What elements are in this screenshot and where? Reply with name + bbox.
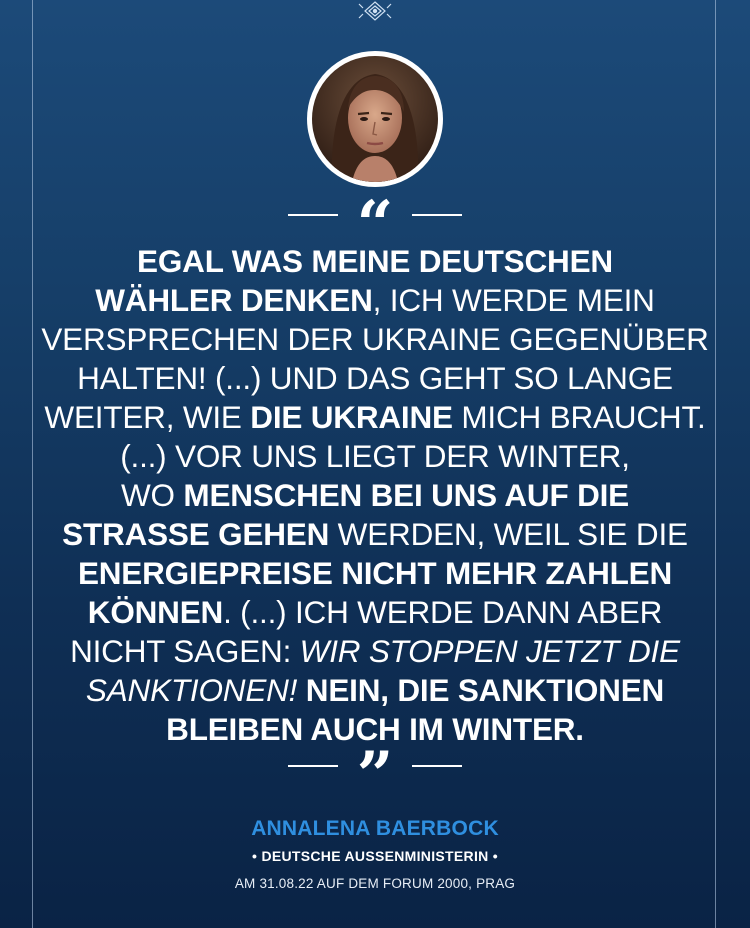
quote-line: (...) VOR UNS LIEGT DER WINTER, xyxy=(40,437,710,476)
divider-line-right xyxy=(412,214,462,216)
quote-line: HALTEN! (...) UND DAS GEHT SO LANGE xyxy=(40,359,710,398)
quote-line: WEITER, WIE DIE UKRAINE MICH BRAUCHT. xyxy=(40,398,710,437)
portrait-image xyxy=(312,56,438,182)
quote-emphasis: KÖNNEN xyxy=(87,594,224,630)
quote-emphasis: MENSCHEN BEI UNS AUF DIE xyxy=(183,477,629,513)
quote-segment: NICHT SAGEN: xyxy=(70,633,300,669)
quote-emphasis: WÄHLER DENKEN xyxy=(95,282,373,318)
quote-emphasis: DIE UKRAINE xyxy=(250,399,453,435)
author-role: • DEUTSCHE AUSSENMINISTERIN • xyxy=(252,848,498,864)
quote-line: WO MENSCHEN BEI UNS AUF DIE xyxy=(40,476,710,515)
quote-line: WÄHLER DENKEN, ICH WERDE MEIN xyxy=(40,281,710,320)
quote-segment: WEITER, WIE xyxy=(44,399,251,435)
quote-segment: VERSPRECHEN DER UKRAINE GEGENÜBER xyxy=(41,321,709,357)
open-quote-mark: “ xyxy=(356,187,394,262)
quote-card: “ EGAL WAS MEINE DEUTSCHEN WÄHLER DENKEN,… xyxy=(0,0,750,928)
portrait-photo xyxy=(307,51,443,187)
quote-segment: (...) VOR UNS LIEGT DER WINTER, xyxy=(120,438,630,474)
quote-emphasis: ENERGIEPREISE NICHT MEHR ZAHLEN xyxy=(77,555,673,591)
quote-line: SANKTIONEN! NEIN, DIE SANKTIONEN xyxy=(40,671,710,710)
quote-segment: WERDEN, WEIL SIE DIE xyxy=(329,516,688,552)
quote-line: NICHT SAGEN: WIR STOPPEN JETZT DIE xyxy=(40,632,710,671)
quote-line: VERSPRECHEN DER UKRAINE GEGENÜBER xyxy=(40,320,710,359)
quote-italic: SANKTIONEN! xyxy=(85,672,298,708)
quote-emphasis: NEIN, DIE SANKTIONEN xyxy=(297,672,665,708)
quote-open-divider: “ xyxy=(0,187,750,262)
emblem-icon xyxy=(345,0,405,36)
quote-emphasis: EGAL WAS MEINE DEUTSCHEN xyxy=(137,243,613,279)
author-name: ANNALENA BAERBOCK xyxy=(251,817,499,840)
quote-line: STRASSE GEHEN WERDEN, WEIL SIE DIE xyxy=(40,515,710,554)
close-quote-mark: ” xyxy=(356,738,394,813)
quote-source: AM 31.08.22 AUF DEM FORUM 2000, PRAG xyxy=(234,876,516,891)
divider-line-left xyxy=(288,765,338,767)
quote-text: EGAL WAS MEINE DEUTSCHEN WÄHLER DENKEN, I… xyxy=(40,242,710,749)
quote-segment: WO xyxy=(121,477,184,513)
quote-line: ENERGIEPREISE NICHT MEHR ZAHLEN xyxy=(40,554,710,593)
quote-close-divider: ” xyxy=(0,738,750,813)
divider-line-left xyxy=(288,214,338,216)
quote-segment: . (...) ICH WERDE DANN ABER xyxy=(223,594,663,630)
quote-segment: , ICH WERDE MEIN xyxy=(372,282,655,318)
quote-line: EGAL WAS MEINE DEUTSCHEN xyxy=(40,242,710,281)
quote-emphasis: STRASSE GEHEN xyxy=(62,516,330,552)
quote-segment: MICH BRAUCHT. xyxy=(452,399,706,435)
divider-line-right xyxy=(412,765,462,767)
quote-line: KÖNNEN. (...) ICH WERDE DANN ABER xyxy=(40,593,710,632)
quote-segment: HALTEN! (...) UND DAS GEHT SO LANGE xyxy=(77,360,673,396)
quote-italic: WIR STOPPEN JETZT DIE xyxy=(299,633,680,669)
